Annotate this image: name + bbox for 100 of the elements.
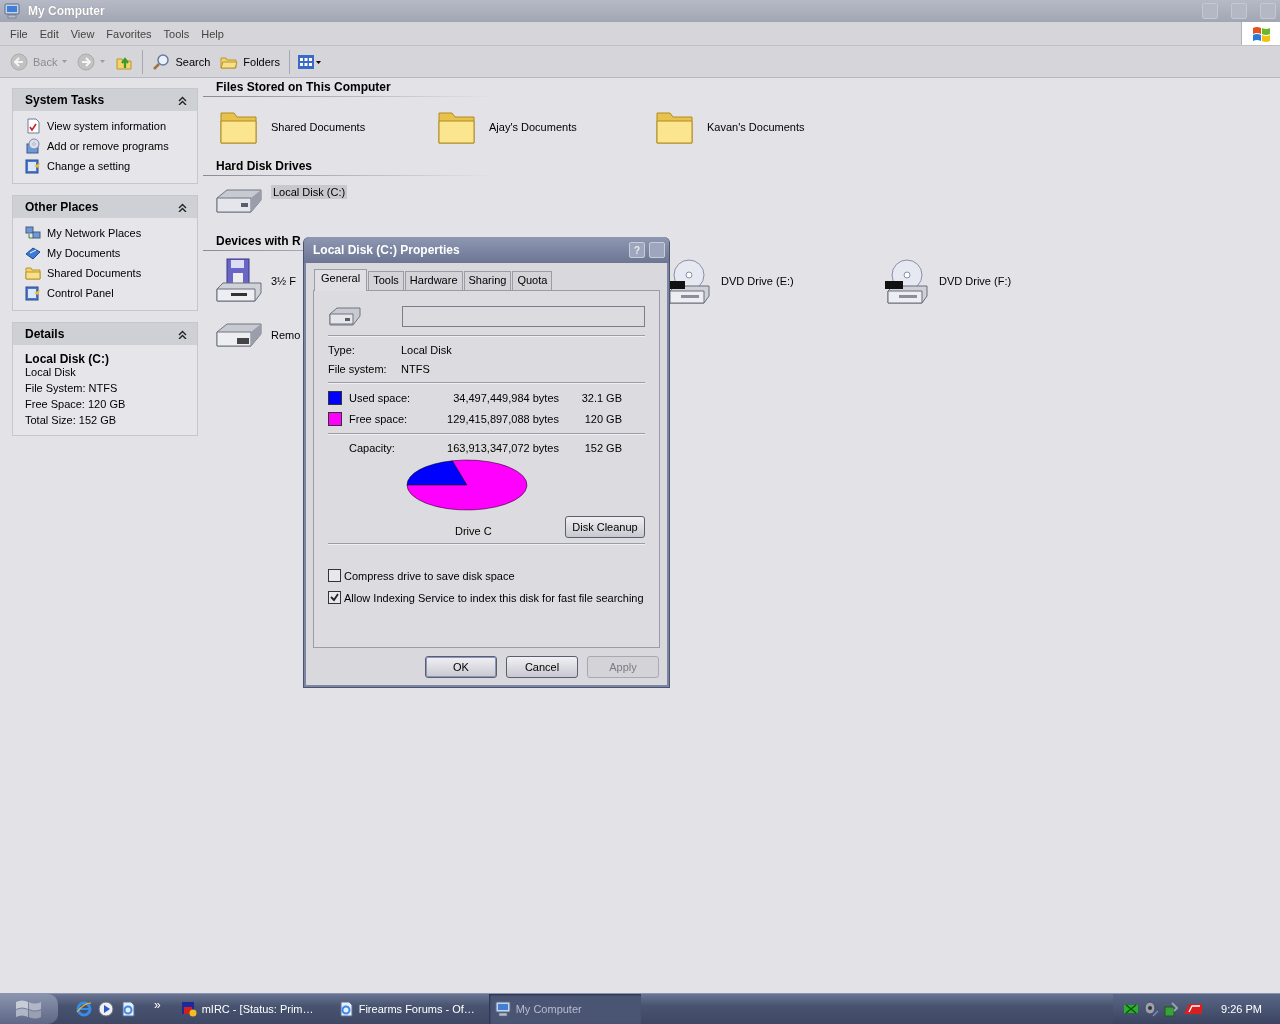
menu-item[interactable]: View (64, 27, 101, 40)
taskbar-button[interactable]: mIRC - [Status: Prim… (174, 997, 327, 1021)
checkbox[interactable] (328, 591, 341, 604)
taskbar-button[interactable]: Firearms Forums - Of… (331, 997, 484, 1021)
dvd-drive-icon (885, 257, 929, 305)
details-title: Local Disk (C:) (25, 352, 110, 366)
menu-item[interactable]: Help (195, 27, 230, 40)
task-link[interactable]: Change a setting (25, 158, 187, 174)
folder-item[interactable]: Ajay's Documents (433, 103, 577, 151)
caret-icon (100, 60, 106, 63)
view-grid-icon[interactable] (297, 53, 321, 70)
search-button[interactable]: Search (148, 48, 215, 75)
details-text: Total Size: 152 GB (25, 414, 118, 426)
taskbar-button[interactable]: My Computer (488, 994, 641, 1024)
hard-drive-icon (328, 305, 362, 327)
field-label: Capacity: (349, 442, 396, 454)
computer-icon (494, 1001, 511, 1017)
size-value: 32.1 GB (580, 392, 622, 404)
menu-item[interactable]: Edit (33, 27, 65, 40)
panel-title: Details (25, 327, 65, 341)
details-text: File System: NTFS (25, 382, 119, 394)
menu-item[interactable]: Tools (157, 27, 196, 40)
drive-item[interactable]: DVD Drive (E:) (665, 257, 794, 305)
drive-label: Drive C (455, 525, 492, 537)
section-title: Devices with R (216, 234, 301, 248)
task-link[interactable]: My Documents (25, 245, 187, 261)
details-text: Local Disk (25, 366, 77, 378)
panel-title: Other Places (25, 200, 99, 214)
media-player-icon[interactable] (98, 1001, 114, 1017)
tab[interactable]: Sharing (463, 271, 512, 290)
size-value: 152 GB (583, 442, 622, 454)
drive-item[interactable]: Local Disk (C:) (215, 182, 348, 226)
tab[interactable]: Hardware (404, 271, 463, 290)
field-label: Type: (328, 344, 356, 356)
document-check-icon (25, 118, 41, 134)
usb-device-icon[interactable] (1163, 1001, 1180, 1017)
menu-item[interactable]: File (4, 27, 34, 40)
control-panel-icon (25, 158, 41, 174)
panel-title: System Tasks (25, 93, 105, 107)
checkbox[interactable] (328, 569, 341, 582)
start-button[interactable] (0, 994, 58, 1024)
section-title: Hard Disk Drives (216, 159, 313, 173)
drive-item[interactable]: Remo (215, 311, 301, 359)
disc-box-icon (25, 138, 41, 154)
drive-item[interactable]: 3½ F (215, 257, 297, 305)
collapse-chevron-icon[interactable] (178, 95, 187, 105)
windows-logo-icon (14, 998, 44, 1020)
clock: 9:26 PM (1221, 1003, 1262, 1015)
field-value: Local Disk (401, 344, 453, 356)
browser-e-icon[interactable] (76, 1001, 92, 1017)
folder-icon (25, 265, 41, 281)
windows-flag-icon (1251, 24, 1271, 43)
computer-icon (4, 3, 20, 19)
window-title: My Computer (28, 4, 105, 18)
folder-item[interactable]: Shared Documents (215, 103, 366, 151)
tab[interactable]: General (314, 269, 368, 291)
task-link[interactable]: Shared Documents (25, 265, 187, 281)
network-icon[interactable] (1123, 1002, 1140, 1016)
checkbox-label: Compress drive to save disk space (344, 569, 515, 582)
checkmark-icon (330, 593, 339, 602)
byte-count: 129,415,897,088 bytes (446, 413, 559, 425)
task-link[interactable]: Add or remove programs (25, 138, 187, 154)
collapse-chevron-icon[interactable] (178, 329, 187, 339)
drive-item[interactable]: DVD Drive (F:) (883, 257, 1012, 305)
dialog-title: Local Disk (C:) Properties (313, 243, 461, 257)
removable-drive-icon (215, 320, 263, 350)
size-value: 120 GB (583, 413, 622, 425)
folders-button[interactable]: Folders (216, 48, 284, 75)
tab[interactable]: Tools (368, 271, 404, 290)
speaker-icon[interactable] (1143, 1001, 1160, 1017)
tab[interactable]: Quota (512, 271, 553, 290)
task-link[interactable]: View system information (25, 118, 187, 134)
graphics-card-icon[interactable] (1183, 1003, 1204, 1015)
collapse-chevron-icon[interactable] (178, 202, 187, 212)
documents-icon (25, 245, 41, 261)
name-field[interactable] (402, 305, 645, 327)
checkbox-label: Allow Indexing Service to index this disk for fast file searching (344, 591, 644, 604)
network-computers-icon (25, 225, 41, 241)
folder-item[interactable]: Kavan's Documents (651, 103, 805, 151)
more-button[interactable]: » (154, 998, 161, 1012)
web-document-icon[interactable] (120, 1001, 136, 1017)
field-label: File system: (328, 363, 388, 375)
field-label: Used space: (349, 392, 412, 404)
chat-app-icon (180, 1001, 197, 1017)
dialog-button[interactable]: Cancel (506, 656, 578, 678)
section-title: Files Stored on This Computer (216, 80, 391, 94)
task-link[interactable]: Control Panel (25, 285, 187, 301)
field-value: NTFS (401, 363, 431, 375)
search-icon (152, 52, 171, 71)
details-text: Free Space: 120 GB (25, 398, 127, 410)
byte-count: 163,913,347,072 bytes (446, 442, 559, 454)
floppy-drive-icon (215, 257, 263, 305)
task-link[interactable]: My Network Places (25, 225, 187, 241)
byte-count: 34,497,449,984 bytes (452, 392, 559, 404)
control-panel-icon (25, 285, 41, 301)
disk-cleanup-button[interactable]: Disk Cleanup (565, 516, 645, 538)
hard-drive-icon (215, 186, 263, 216)
dialog-button[interactable]: OK (425, 656, 497, 678)
menu-item[interactable]: Favorites (100, 27, 158, 40)
field-label: Free space: (349, 413, 409, 425)
